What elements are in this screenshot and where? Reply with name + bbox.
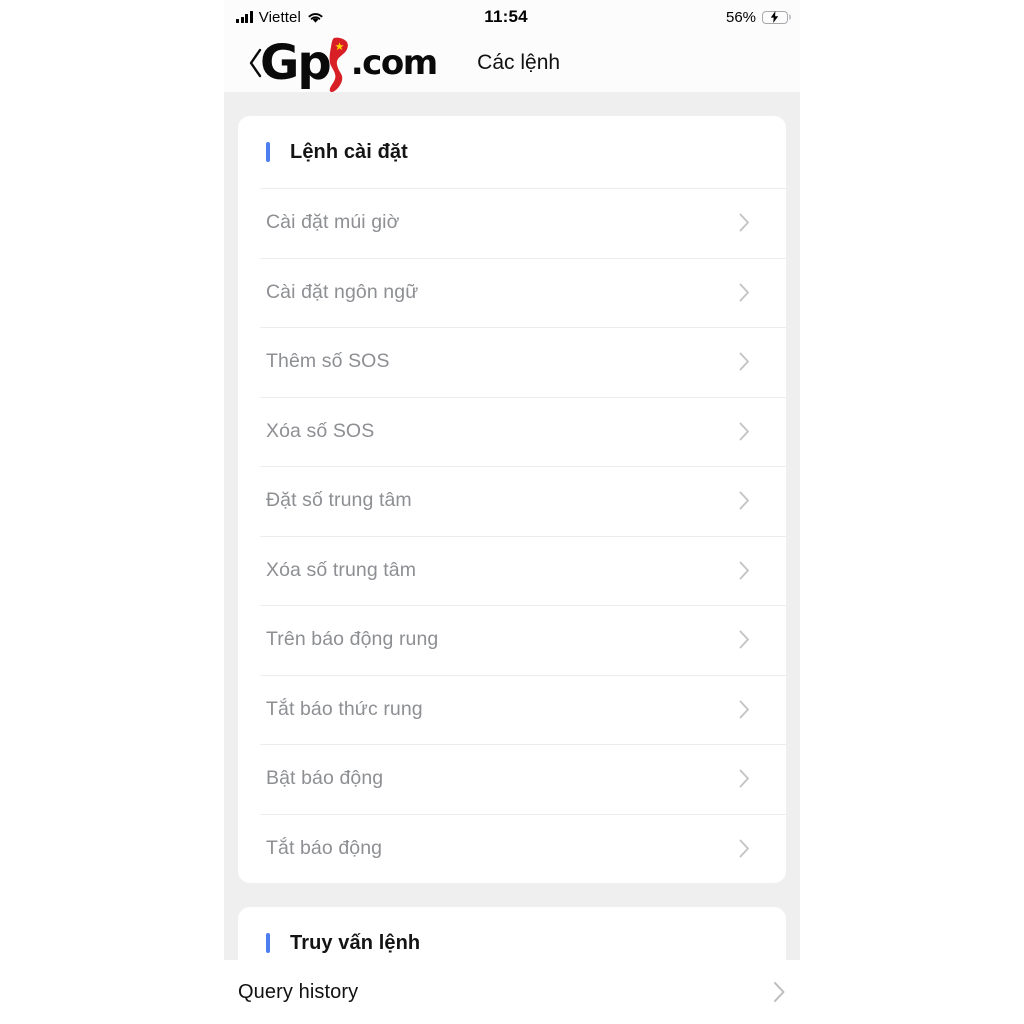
card-setting-commands: Lệnh cài đặt Cài đặt múi giờ Cài đặt ngô… [238,116,786,883]
phone-screen: Viettel 11:54 56% Gp .com Các lệnh Lệnh … [224,0,800,1024]
chevron-right-icon [739,839,749,858]
command-label: Bật báo động [266,767,384,790]
logo-text-dotcom: .com [350,43,438,83]
chevron-right-icon [739,700,749,719]
section-title: Lệnh cài đặt [290,140,408,163]
clock-label: 11:54 [484,7,528,26]
battery-charging-icon [762,10,789,24]
chevron-right-icon [739,283,749,302]
section-title: Truy vấn lệnh [290,931,421,954]
chevron-right-icon [739,561,749,580]
chevron-right-icon [774,982,785,1002]
chevron-right-icon [739,422,749,441]
command-row-language[interactable]: Cài đặt ngôn ngữ [238,257,786,328]
chevron-right-icon [739,630,749,649]
command-label: Trên báo động rung [266,628,439,651]
command-row-timezone[interactable]: Cài đặt múi giờ [238,188,786,258]
cellular-signal-icon [236,11,253,23]
logo-text-gp: Gp [260,35,332,91]
chevron-right-icon [739,352,749,371]
command-label: Thêm số SOS [266,350,390,373]
brand-logo[interactable]: Gp .com [260,35,438,93]
battery-percent-label: 56% [725,8,757,26]
command-row-add-sos[interactable]: Thêm số SOS [238,327,786,397]
status-bar-left: Viettel [236,9,490,26]
command-row-alarm-off[interactable]: Tắt báo động [238,813,786,884]
command-row-delete-center-number[interactable]: Xóa số trung tâm [238,535,786,606]
page-title: Các lệnh [477,51,561,74]
query-history-label: Query history [238,980,359,1003]
command-row-set-center-number[interactable]: Đặt số trung tâm [238,466,786,536]
command-label: Xóa số trung tâm [266,558,417,581]
command-label: Cài đặt múi giờ [266,211,400,234]
command-label: Xóa số SOS [266,419,375,442]
wifi-icon [308,12,323,23]
command-label: Tắt báo thức rung [266,697,423,720]
accent-bar-icon [266,933,270,953]
command-row-alarm-on[interactable]: Bật báo động [238,744,786,814]
command-label: Đặt số trung tâm [266,489,412,512]
charging-bolt-icon [770,11,779,23]
command-row-delete-sos[interactable]: Xóa số SOS [238,396,786,467]
accent-bar-icon [266,142,270,162]
command-label: Cài đặt ngôn ngữ [266,280,419,303]
chevron-right-icon [739,769,749,788]
command-row-vibration-alarm-on[interactable]: Trên báo động rung [238,605,786,675]
settings-scroll-area[interactable]: Lệnh cài đặt Cài đặt múi giờ Cài đặt ngô… [224,92,800,1024]
status-bar: Viettel 11:54 56% [224,0,800,34]
nav-bar: Gp .com Các lệnh [224,34,800,93]
section-header-setting-commands: Lệnh cài đặt [238,116,786,188]
command-label: Tắt báo động [266,836,383,859]
chevron-right-icon [739,491,749,510]
status-bar-right: 56% [534,8,789,26]
carrier-label: Viettel [258,8,301,26]
command-row-vibration-alarm-off[interactable]: Tắt báo thức rung [238,674,786,745]
vietnam-map-icon [329,37,348,93]
query-history-row[interactable]: Query history [0,960,1024,1024]
chevron-right-icon [739,213,749,232]
